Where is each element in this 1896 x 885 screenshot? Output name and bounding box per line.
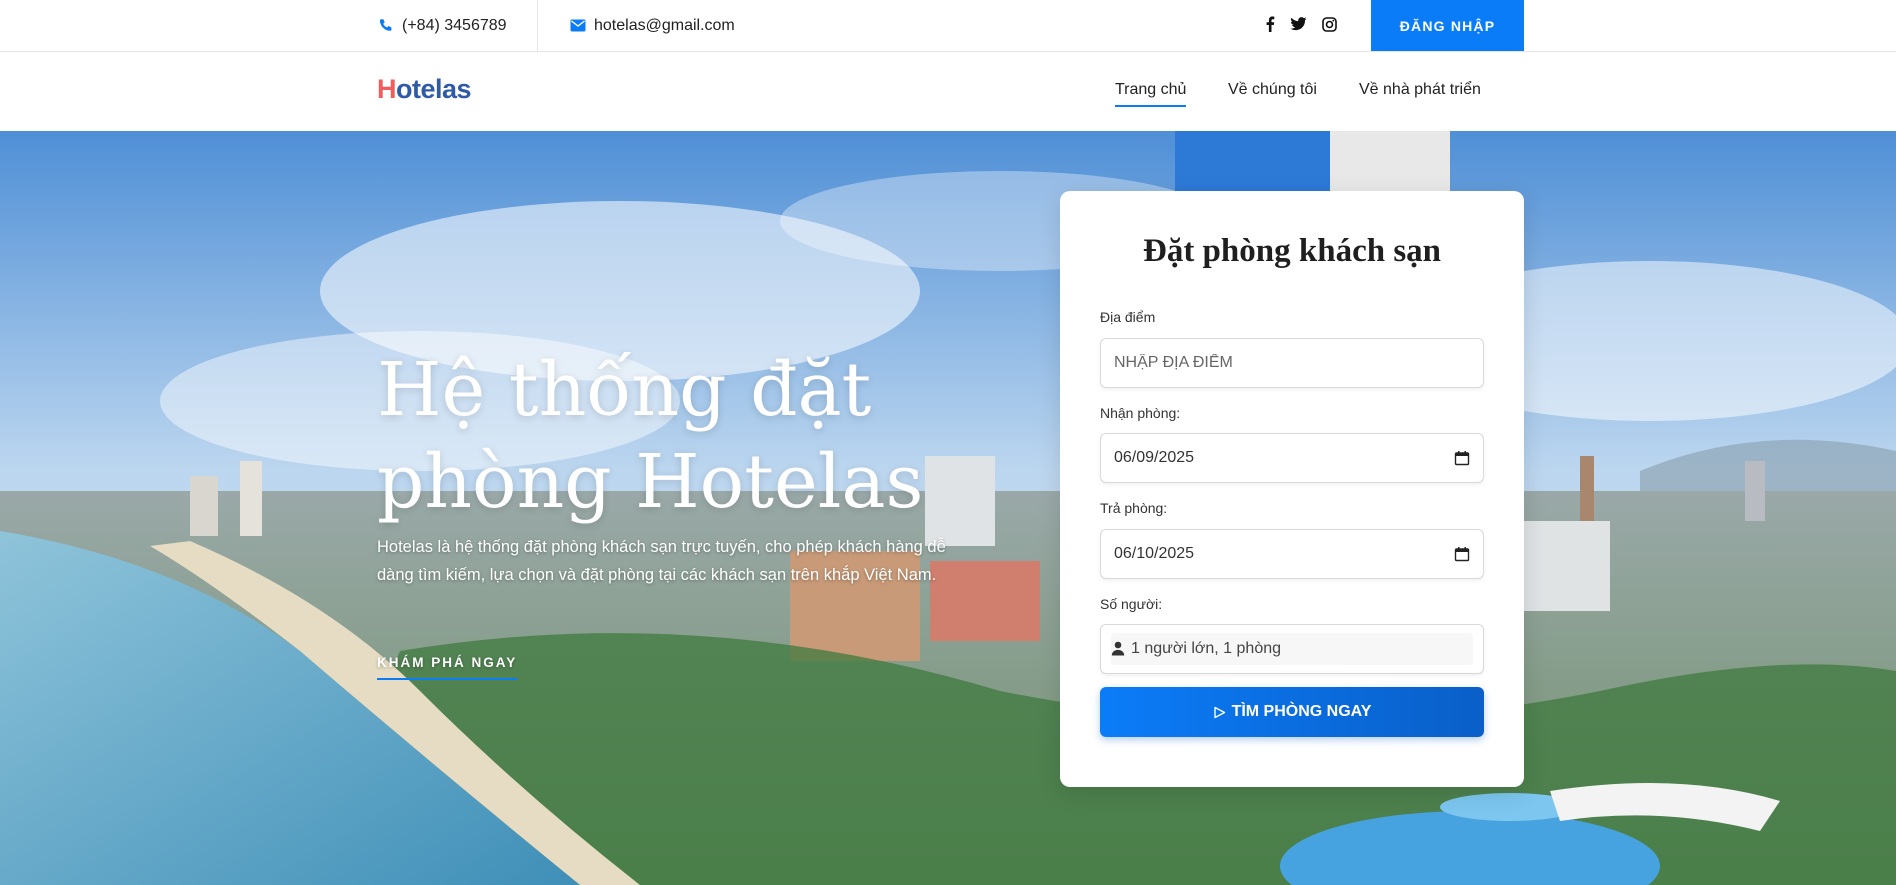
top-bar: (+84) 3456789 hotelas@gmail.com ĐĂNG NHẬ… bbox=[0, 0, 1896, 52]
search-rooms-button[interactable]: TÌM PHÒNG NGAY bbox=[1100, 687, 1484, 737]
location-input[interactable] bbox=[1114, 354, 1470, 372]
phone-icon bbox=[377, 17, 395, 35]
logo-text: otelas bbox=[396, 74, 472, 104]
location-field[interactable] bbox=[1100, 338, 1484, 388]
play-icon bbox=[1213, 706, 1226, 719]
user-icon bbox=[1111, 641, 1127, 657]
logo-initial: H bbox=[377, 74, 397, 104]
email-address: hotelas@gmail.com bbox=[594, 16, 735, 34]
guests-label: Số người: bbox=[1100, 596, 1163, 612]
calendar-icon[interactable] bbox=[1454, 546, 1470, 562]
twitter-icon[interactable] bbox=[1288, 14, 1308, 34]
hero-title: Hệ thống đặt phòng Hotelas bbox=[377, 347, 924, 525]
booking-card: Đặt phòng khách sạn Địa điểm Nhận phòng:… bbox=[1060, 191, 1524, 787]
phone-number: (+84) 3456789 bbox=[402, 16, 507, 34]
search-rooms-label: TÌM PHÒNG NGAY bbox=[1231, 703, 1372, 720]
main-navbar: Hotelas Trang chủ Về chúng tôi Về nhà ph… bbox=[0, 52, 1896, 131]
guests-value: 1 người lớn, 1 phòng bbox=[1131, 640, 1282, 657]
checkout-label: Trả phòng: bbox=[1100, 500, 1168, 516]
login-button[interactable]: ĐĂNG NHẬP bbox=[1371, 0, 1524, 51]
envelope-icon bbox=[569, 17, 587, 35]
checkin-label: Nhận phòng: bbox=[1100, 405, 1181, 421]
explore-now-link[interactable]: KHÁM PHÁ NGAY bbox=[377, 655, 518, 680]
nav-link-developer[interactable]: Về nhà phát triển bbox=[1359, 81, 1481, 105]
guests-selector[interactable]: 1 người lớn, 1 phòng bbox=[1111, 633, 1473, 665]
calendar-icon[interactable] bbox=[1454, 450, 1470, 466]
nav-link-about[interactable]: Về chúng tôi bbox=[1228, 81, 1317, 105]
booking-title: Đặt phòng khách sạn bbox=[1142, 233, 1442, 269]
phone-contact[interactable]: (+84) 3456789 bbox=[377, 0, 507, 51]
hero-section: Hệ thống đặt phòng Hotelas Hotelas là hệ… bbox=[0, 131, 1896, 885]
checkout-date-value: 06/10/2025 bbox=[1114, 545, 1195, 562]
facebook-icon[interactable] bbox=[1260, 14, 1280, 34]
hero-description: Hotelas là hệ thống đặt phòng khách sạn … bbox=[377, 538, 946, 584]
nav-link-home[interactable]: Trang chủ bbox=[1115, 81, 1187, 107]
contact-divider bbox=[537, 0, 538, 51]
checkout-date-field[interactable]: 06/10/2025 bbox=[1100, 529, 1484, 579]
checkin-date-field[interactable]: 06/09/2025 bbox=[1100, 433, 1484, 483]
logo[interactable]: Hotelas bbox=[377, 74, 472, 105]
location-label: Địa điểm bbox=[1100, 309, 1156, 325]
instagram-icon[interactable] bbox=[1319, 14, 1339, 34]
checkin-date-value: 06/09/2025 bbox=[1114, 449, 1195, 466]
guests-field[interactable]: 1 người lớn, 1 phòng bbox=[1100, 624, 1484, 674]
email-contact[interactable]: hotelas@gmail.com bbox=[569, 0, 735, 51]
